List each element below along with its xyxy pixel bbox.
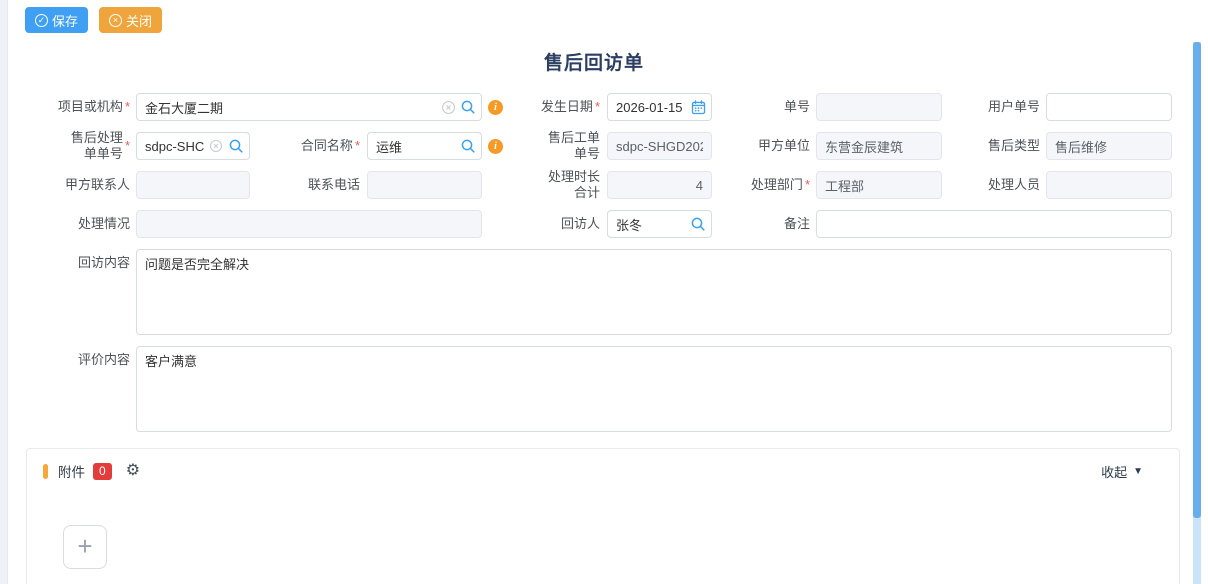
handle-no-field: [136, 132, 250, 160]
close-button[interactable]: × 关闭: [99, 7, 162, 33]
scrollbar-thumb[interactable]: [1193, 42, 1201, 518]
plus-icon: +: [77, 533, 92, 559]
user-order-no-field: [1046, 93, 1172, 121]
situation-input: [136, 210, 482, 238]
save-button[interactable]: ✓ 保存: [25, 7, 88, 33]
info-icon[interactable]: i: [488, 139, 503, 154]
label-duration: 处理时长合计: [540, 171, 600, 199]
person-input: [1046, 171, 1172, 199]
dept-input: [816, 171, 942, 199]
label-type: 售后类型: [935, 132, 1040, 160]
chevron-down-icon: ▼: [1133, 466, 1143, 477]
label-work-no: 售后工单单号: [540, 132, 600, 160]
collapse-label: 收起: [1101, 462, 1127, 481]
phone-field: [367, 171, 482, 199]
clear-icon[interactable]: [440, 99, 456, 115]
label-visitor: 回访人: [495, 210, 600, 238]
label-dept: 处理部门*: [705, 171, 810, 199]
close-button-label: 关闭: [126, 11, 152, 30]
save-button-label: 保存: [52, 11, 78, 30]
remark-field: [816, 210, 1172, 238]
calendar-icon[interactable]: [690, 99, 706, 115]
clear-icon[interactable]: [208, 138, 224, 154]
label-handle-no: 售后处理单单号*: [70, 132, 130, 160]
visitor-field: [607, 210, 712, 238]
work-no-field: [607, 132, 712, 160]
search-icon[interactable]: [460, 138, 476, 154]
x-circle-icon: ×: [109, 14, 122, 27]
type-field: [1046, 132, 1172, 160]
order-no-input: [816, 93, 942, 121]
gear-icon[interactable]: ⚙: [126, 463, 140, 479]
label-occur-date: 发生日期*: [495, 93, 600, 121]
party-a-input: [816, 132, 942, 160]
upload-attachment-button[interactable]: +: [63, 525, 107, 569]
check-circle-icon: ✓: [35, 14, 48, 27]
section-accent-bar: [43, 464, 48, 479]
label-evaluation: 评价内容: [25, 346, 130, 374]
phone-input: [367, 171, 482, 199]
label-party-a: 甲方单位: [705, 132, 810, 160]
aftersales-visit-form-page: ✓ 保存 × 关闭 售后回访单 项目或机构* i 发生日期* 单号 用户单号: [0, 0, 1208, 584]
label-contact: 甲方联系人: [25, 171, 130, 199]
project-input[interactable]: [136, 93, 482, 121]
situation-field: [136, 210, 482, 238]
remark-input[interactable]: [816, 210, 1172, 238]
label-visit-content: 回访内容: [25, 249, 130, 277]
duration-input: [607, 171, 712, 199]
label-situation: 处理情况: [25, 210, 130, 238]
left-gutter: [0, 0, 8, 584]
person-field: [1046, 171, 1172, 199]
label-order-no: 单号: [705, 93, 810, 121]
user-order-no-input[interactable]: [1046, 93, 1172, 121]
label-phone: 联系电话: [255, 171, 360, 199]
label-person: 处理人员: [935, 171, 1040, 199]
search-icon[interactable]: [690, 216, 706, 232]
attachments-title: 附件: [58, 461, 85, 481]
project-field: [136, 93, 482, 121]
party-a-field: [816, 132, 942, 160]
page-title: 售后回访单: [0, 48, 1188, 75]
label-contract: 合同名称*: [255, 132, 360, 160]
type-input: [1046, 132, 1172, 160]
dept-field: [816, 171, 942, 199]
label-remark: 备注: [705, 210, 810, 238]
attachments-header: 附件 0 ⚙ 收起 ▼: [27, 449, 1179, 493]
order-no-field: [816, 93, 942, 121]
contact-input: [136, 171, 250, 199]
search-icon[interactable]: [228, 138, 244, 154]
collapse-toggle[interactable]: 收起 ▼: [1101, 462, 1143, 481]
label-project: 项目或机构*: [25, 93, 130, 121]
contact-field: [136, 171, 250, 199]
contract-field: [367, 132, 482, 160]
duration-field: [607, 171, 712, 199]
occur-date-field: [607, 93, 712, 121]
search-icon[interactable]: [460, 99, 476, 115]
label-user-order-no: 用户单号: [935, 93, 1040, 121]
visit-content-textarea[interactable]: 问题是否完全解决: [136, 249, 1172, 335]
evaluation-textarea[interactable]: 客户满意: [136, 346, 1172, 432]
work-no-input: [607, 132, 712, 160]
attachments-panel: 附件 0 ⚙ 收起 ▼ +: [26, 448, 1180, 584]
attachments-count-badge: 0: [93, 463, 112, 480]
